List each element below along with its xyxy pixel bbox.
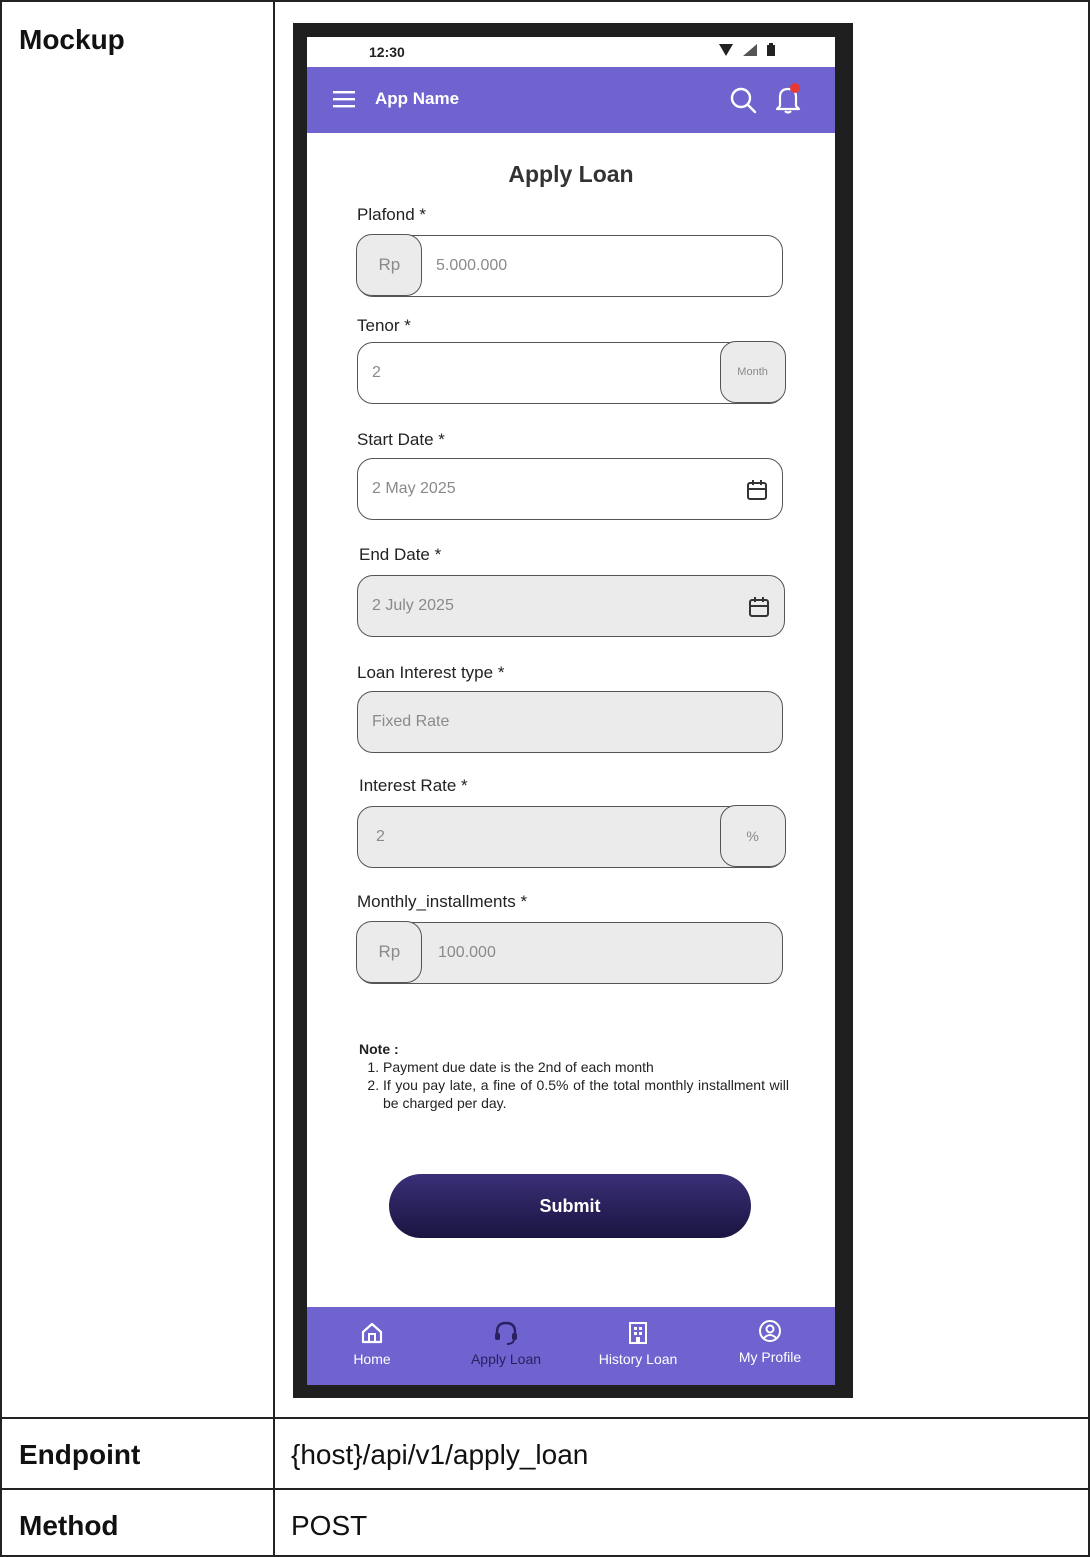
method-label-cell: Method xyxy=(2,1490,275,1557)
tenor-unit-suffix: Month xyxy=(719,341,786,404)
mockup-row: Mockup 12:30 App Name Apply Loan Plafond… xyxy=(2,2,1088,1419)
calendar-icon[interactable] xyxy=(746,479,768,501)
tenor-label: Tenor * xyxy=(357,316,411,335)
monthly-installments-label: Monthly_installments * xyxy=(357,892,528,911)
mockup-value-cell: 12:30 App Name Apply Loan Plafond * Rp 5… xyxy=(277,2,1088,1417)
spec-table: Mockup 12:30 App Name Apply Loan Plafond… xyxy=(0,0,1090,1557)
plafond-currency-prefix: Rp xyxy=(356,234,423,297)
phone-frame: 12:30 App Name Apply Loan Plafond * Rp 5… xyxy=(293,23,853,1398)
plafond-label: Plafond * xyxy=(357,205,426,224)
bottom-navigation: Home Apply Loan History Loan My Profile xyxy=(307,1307,835,1385)
mockup-label: Mockup xyxy=(19,24,125,55)
phone-screen: 12:30 App Name Apply Loan Plafond * Rp 5… xyxy=(307,37,835,1385)
monthly-installments-value: 100.000 xyxy=(438,944,496,961)
tenor-suffix-text: Month xyxy=(737,366,768,379)
app-bar: App Name xyxy=(307,67,835,133)
profile-icon xyxy=(759,1320,781,1342)
nav-item-apply-loan[interactable]: Apply Loan xyxy=(441,1321,571,1369)
method-label: Method xyxy=(19,1510,119,1541)
tenor-value: 2 xyxy=(372,364,381,381)
installment-prefix-text: Rp xyxy=(378,942,401,962)
submit-button[interactable]: Submit xyxy=(389,1174,751,1238)
status-icons xyxy=(719,43,775,56)
endpoint-label: Endpoint xyxy=(19,1439,141,1470)
home-icon xyxy=(361,1322,383,1344)
note-item: If you pay late, a fine of 0.5% of the t… xyxy=(383,1076,789,1112)
plafond-prefix-text: Rp xyxy=(378,255,401,275)
plafond-value: 5.000.000 xyxy=(436,257,508,274)
note-item: Payment due date is the 2nd of each mont… xyxy=(383,1058,789,1076)
nav-label-home: Home xyxy=(353,1351,391,1367)
note-list: Payment due date is the 2nd of each mont… xyxy=(383,1058,789,1112)
interest-rate-value: 2 xyxy=(376,828,385,845)
interest-type-value: Fixed Rate xyxy=(372,713,450,730)
method-value-cell: POST xyxy=(277,1490,1088,1557)
start-date-label: Start Date * xyxy=(357,430,445,449)
app-title: App Name xyxy=(375,89,460,108)
nav-label-history-loan: History Loan xyxy=(598,1351,678,1367)
interest-rate-input: 2 % xyxy=(357,805,786,868)
nav-label-apply-loan: Apply Loan xyxy=(470,1351,542,1367)
installment-currency-prefix: Rp xyxy=(356,921,423,984)
status-bar: 12:30 xyxy=(307,37,835,67)
end-date-label: End Date * xyxy=(359,545,442,564)
mockup-label-cell: Mockup xyxy=(2,2,275,1417)
plafond-input[interactable]: Rp 5.000.000 xyxy=(356,234,783,297)
note-title: Note : xyxy=(359,1041,399,1057)
headset-icon xyxy=(495,1321,517,1345)
endpoint-label-cell: Endpoint xyxy=(2,1419,275,1488)
interest-type-input: Fixed Rate xyxy=(357,691,783,753)
bell-icon[interactable] xyxy=(773,83,803,115)
end-date-value: 2 July 2025 xyxy=(372,597,454,614)
signal-icon xyxy=(743,43,757,56)
interest-rate-suffix-text: % xyxy=(746,828,759,845)
page-title: Apply Loan xyxy=(508,161,634,187)
interest-type-label: Loan Interest type * xyxy=(357,663,505,682)
menu-icon[interactable] xyxy=(333,89,355,109)
endpoint-row: Endpoint {host}/api/v1/apply_loan xyxy=(2,1419,1088,1490)
tenor-input[interactable]: 2 Month xyxy=(357,341,786,404)
search-icon[interactable] xyxy=(729,86,757,114)
nav-item-my-profile[interactable]: My Profile xyxy=(705,1319,835,1367)
start-date-input[interactable]: 2 May 2025 xyxy=(357,458,783,520)
method-row: Method POST xyxy=(2,1490,1088,1557)
start-date-value: 2 May 2025 xyxy=(372,480,456,497)
method-value: POST xyxy=(291,1510,368,1541)
nav-item-home[interactable]: Home xyxy=(307,1321,437,1369)
interest-rate-percent-suffix: % xyxy=(719,805,786,868)
nav-label-my-profile: My Profile xyxy=(738,1349,802,1365)
battery-icon xyxy=(767,43,775,56)
wifi-icon xyxy=(719,43,733,56)
building-icon xyxy=(629,1322,647,1344)
notification-dot xyxy=(790,83,800,93)
endpoint-value: {host}/api/v1/apply_loan xyxy=(291,1439,589,1470)
end-date-input: 2 July 2025 xyxy=(357,575,785,637)
interest-rate-label: Interest Rate * xyxy=(359,776,468,795)
payment-note: Note : Payment due date is the 2nd of ea… xyxy=(359,1040,789,1112)
monthly-installments-input: Rp 100.000 xyxy=(356,921,783,984)
status-time: 12:30 xyxy=(369,44,405,60)
calendar-icon xyxy=(749,597,769,617)
endpoint-value-cell: {host}/api/v1/apply_loan xyxy=(277,1419,1088,1488)
nav-item-history-loan[interactable]: History Loan xyxy=(573,1321,703,1369)
